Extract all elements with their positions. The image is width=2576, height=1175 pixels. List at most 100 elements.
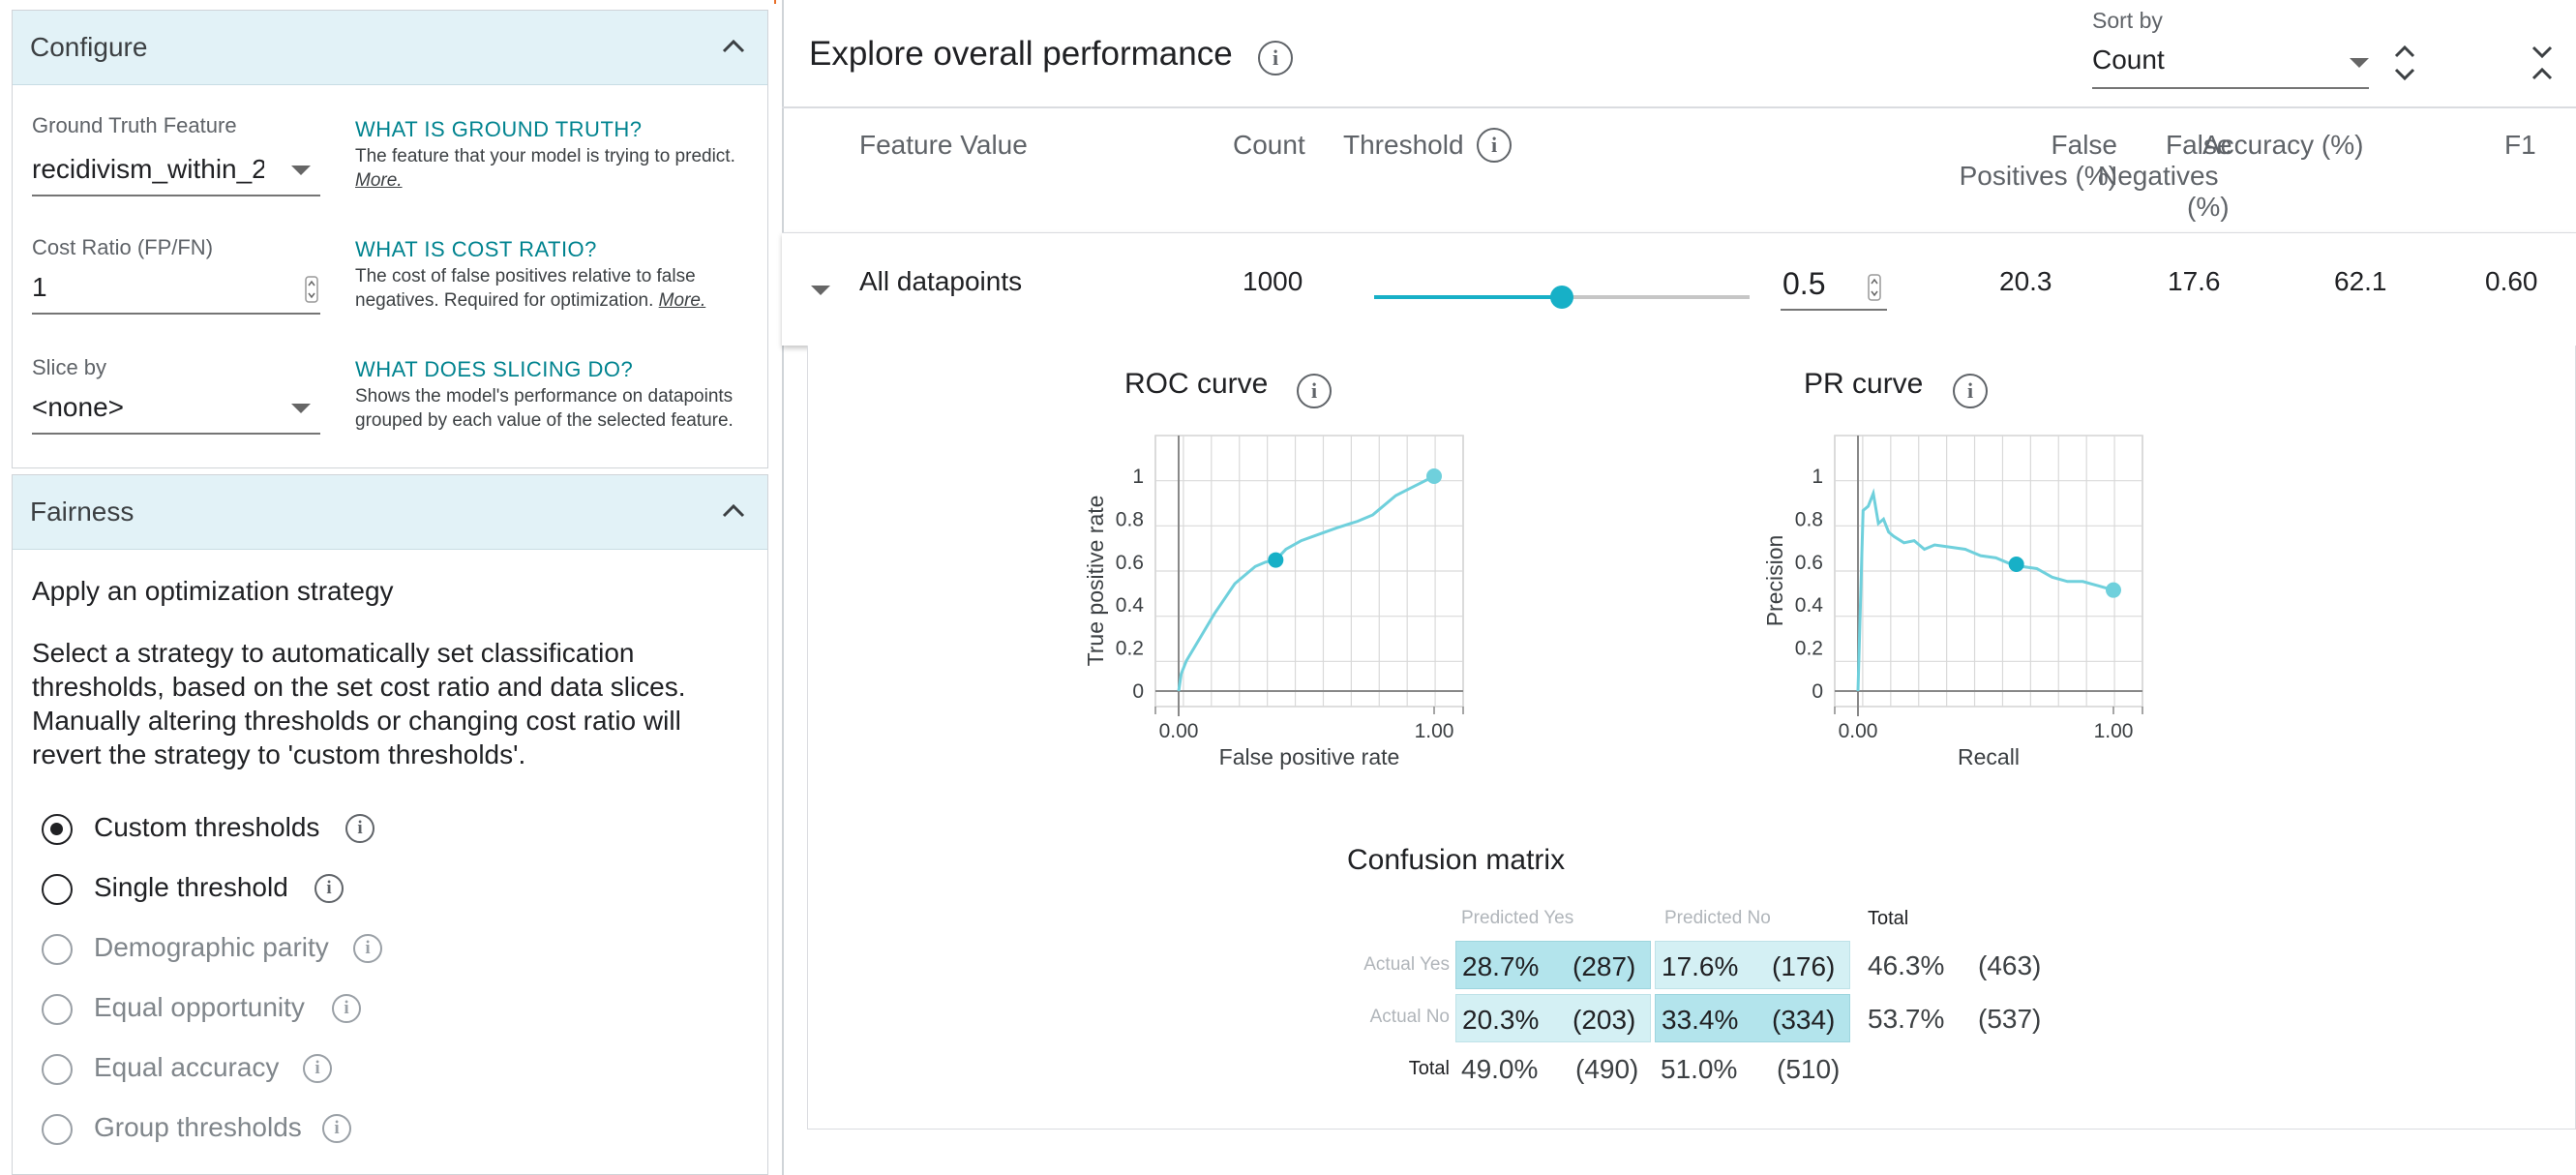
y-tick-label: 0 [1812,680,1823,703]
header-accuracy: Accuracy (%) [2202,130,2364,160]
y-tick-label: 0.2 [1795,638,1823,660]
cm-col-no-total-count: (510) [1777,1054,1841,1084]
x-tick-label: 0.00 [1159,720,1199,742]
y-tick-label: 0.2 [1116,638,1144,660]
cm-cell-fp: 20.3% (203) [1455,994,1651,1042]
y-axis-label: True positive rate [1083,496,1108,667]
table-row[interactable]: All datapoints 1000 0.5 20.3 17.6 62.1 0… [782,232,2576,346]
radio-button [42,994,73,1025]
cm-col-predicted-yes: Predicted Yes [1461,908,1574,928]
option-label: Demographic parity [94,932,329,962]
sort-by-select[interactable]: Count [2092,45,2165,75]
pr-title: PR curve [1804,368,1924,400]
fairness-card: Fairness Apply an optimization strategy … [12,474,768,1175]
cm-row-actual-no: Actual No [1369,1007,1450,1027]
configure-header[interactable]: Configure [13,11,767,85]
fairness-subtitle: Apply an optimization strategy [32,576,394,606]
option-label: Equal accuracy [94,1052,280,1082]
fairness-header[interactable]: Fairness [13,475,767,550]
y-tick-label: 0.4 [1116,594,1145,617]
ground-truth-more-link[interactable]: More. [355,170,403,191]
y-tick-label: 0.6 [1116,552,1144,574]
cm-row-no-total-pct: 53.7% [1868,1004,1945,1034]
expand-icon[interactable] [2392,43,2417,83]
end-point [2106,582,2121,598]
configure-title: Configure [30,32,148,62]
performance-panel: Explore overall performance i Sort by Co… [782,0,2576,1175]
roc-chart: 0 0.2 0.4 0.6 0.8 1 0.00 1.00 False positive rat… [1083,435,1464,769]
chevron-down-icon[interactable] [2350,58,2369,68]
info-icon[interactable]: i [345,814,374,843]
threshold-point [2008,557,2024,573]
sort-by-underline [2092,87,2369,89]
info-icon[interactable]: i [315,874,344,903]
info-icon[interactable]: i [322,1114,351,1143]
panel-border-left [782,0,784,1175]
threshold-slider[interactable] [1374,286,1750,309]
row-false-negatives: 17.6 [2168,266,2221,296]
ground-truth-select[interactable]: recidivism_within_2_ [32,154,264,185]
header-threshold: Threshold [1343,130,1464,160]
cm-row-yes-total-count: (463) [1978,950,2042,980]
cm-col-yes-total-count: (490) [1575,1054,1639,1084]
cost-ratio-input[interactable]: 1 [32,272,225,303]
cost-ratio-more-link[interactable]: More. [659,290,706,311]
info-icon[interactable]: i [353,934,382,963]
expand-row-icon[interactable] [811,286,830,295]
y-tick-label: 1 [1812,466,1823,488]
y-tick-label: 0 [1132,680,1144,703]
performance-title: Explore overall performance [809,35,1233,73]
slice-by-help-text: Shows the model's performance on datapoi… [355,386,734,431]
pr-chart: 0 0.2 0.4 0.6 0.8 1 0.00 1.00 Recall Precision [1762,435,2143,769]
chevron-down-icon[interactable] [291,404,311,413]
y-tick-label: 0.4 [1795,594,1824,617]
chevron-up-icon[interactable] [719,32,748,61]
threshold-input[interactable]: 0.5 [1782,266,1825,302]
cm-cell-fn: 17.6% (176) [1655,941,1850,989]
slider-thumb[interactable] [1550,286,1573,309]
cm-col-no-total-pct: 51.0% [1661,1054,1738,1084]
stepper-icon[interactable] [1868,274,1881,301]
end-point [1426,468,1442,484]
radio-button[interactable] [42,814,73,845]
x-tick-label: 1.00 [1415,720,1454,742]
row-false-positives: 20.3 [1999,266,2052,296]
chevron-up-icon[interactable] [719,497,748,526]
stepper-icon[interactable] [305,276,318,303]
slice-by-help-title: WHAT DOES SLICING DO? [355,357,634,381]
info-icon[interactable]: i [1477,128,1512,163]
info-icon[interactable]: i [1258,41,1293,75]
info-icon[interactable]: i [1953,374,1988,408]
radio-button[interactable] [42,874,73,905]
ground-truth-help-text: The feature that your model is trying to… [355,146,735,191]
threshold-underline [1781,309,1887,311]
ground-truth-help-title: WHAT IS GROUND TRUTH? [355,117,643,141]
y-axis-label: Precision [1762,535,1787,627]
info-icon[interactable]: i [332,994,361,1023]
cm-cell-tp: 28.7% (287) [1455,941,1651,989]
cm-row-total: Total [1408,1058,1450,1079]
x-axis-label: False positive rate [1219,744,1400,769]
row-count: 1000 [1243,266,1303,296]
option-label: Single threshold [94,872,288,902]
info-icon[interactable]: i [303,1054,332,1083]
y-tick-label: 1 [1132,466,1144,488]
y-tick-label: 0.8 [1116,508,1144,530]
radio-button [42,1054,73,1085]
chevron-down-icon[interactable] [291,166,311,175]
x-tick-label: 1.00 [2094,720,2134,742]
title-divider [782,106,2576,108]
option-label: Group thresholds [94,1112,302,1142]
row-f1: 0.60 [2485,266,2538,296]
collapse-icon[interactable] [2530,43,2555,83]
radio-button [42,1114,73,1145]
cost-ratio-label: Cost Ratio (FP/FN) [32,235,214,259]
cm-row-no-total-count: (537) [1978,1004,2042,1034]
info-icon[interactable]: i [1297,374,1332,408]
slice-by-underline [32,433,320,435]
cm-col-predicted-no: Predicted No [1664,908,1771,928]
left-panel: Configure Ground Truth Feature recidivis… [0,0,774,1175]
cm-cell-tn: 33.4% (334) [1655,994,1850,1042]
roc-title: ROC curve [1124,368,1269,400]
slice-by-select[interactable]: <none> [32,392,264,423]
